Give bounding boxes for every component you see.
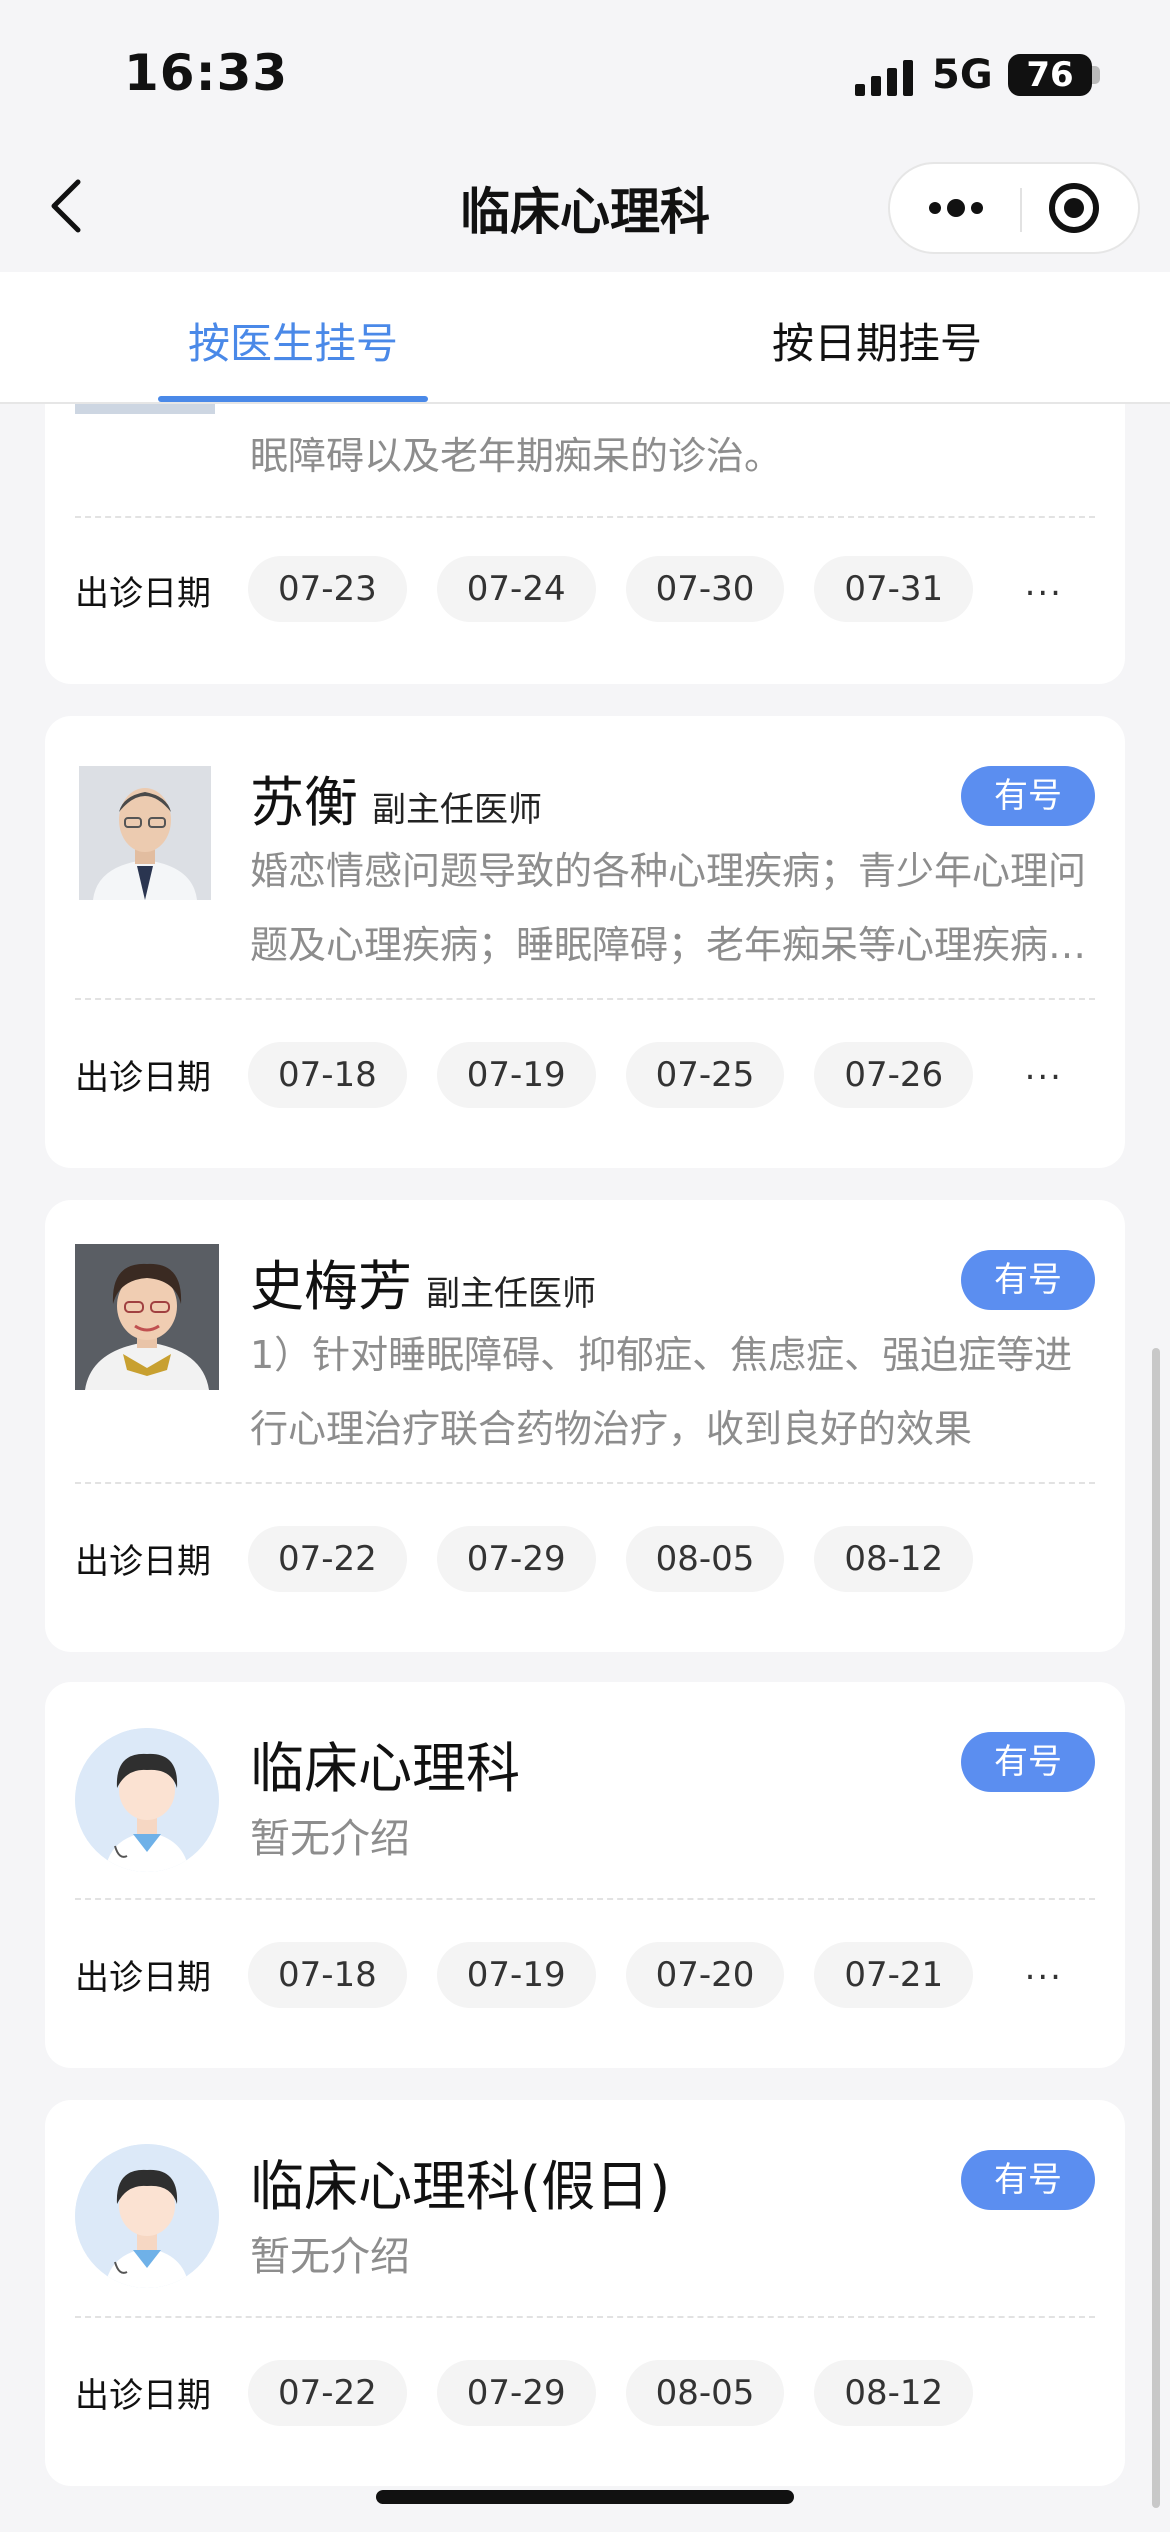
date-chips: 07-22 07-29 08-05 08-12 — [248, 1526, 974, 1592]
battery-level: 76 — [1026, 55, 1074, 95]
date-chip[interactable]: 07-23 — [248, 556, 407, 622]
date-chip[interactable]: 08-12 — [814, 1526, 974, 1592]
default-doctor-avatar — [75, 2144, 219, 2288]
date-chip[interactable]: 07-29 — [436, 2360, 596, 2426]
registration-tabs: 按医生挂号 按日期挂号 — [0, 272, 1170, 404]
dates-label: 出诊日期 — [75, 1542, 211, 1582]
doctor-card-partial[interactable]: 眠障碍以及老年期痴呆的诊治。 出诊日期 07-23 07-24 07-30 07… — [45, 404, 1125, 684]
doctor-title: 副主任医师 — [372, 790, 542, 830]
doctor-card[interactable]: 临床心理科 有号 暂无介绍 出诊日期 07-18 07-19 07-20 07-… — [45, 1682, 1125, 2068]
doctor-name: 临床心理科(假日) — [250, 2155, 671, 2218]
dates-label: 出诊日期 — [75, 1958, 211, 1998]
date-chip[interactable]: 07-19 — [436, 1042, 596, 1108]
date-chips: 07-18 07-19 07-25 07-26 — [248, 1042, 974, 1108]
date-chip[interactable]: 07-26 — [814, 1042, 974, 1108]
doctor-card[interactable]: 史梅芳 副主任医师 有号 1）针对睡眠障碍、抑郁症、焦虑症、强迫症等进行心理治疗联… — [45, 1200, 1125, 1652]
tab-by-doctor[interactable]: 按医生挂号 — [188, 310, 398, 371]
status-bar: 16:33 5G 76 — [0, 0, 1170, 150]
mini-program-capsule — [888, 162, 1140, 254]
scrollbar[interactable] — [1152, 1348, 1160, 2508]
close-mini-program-icon[interactable] — [1026, 164, 1138, 252]
default-doctor-avatar — [75, 1728, 219, 1872]
date-chip[interactable]: 07-31 — [814, 556, 974, 622]
date-chip[interactable]: 07-22 — [248, 2360, 407, 2426]
date-chip[interactable]: 07-29 — [436, 1526, 596, 1592]
tab-by-date[interactable]: 按日期挂号 — [772, 310, 982, 371]
available-badge: 有号 — [961, 766, 1095, 826]
network-type: 5G — [932, 52, 993, 98]
card-divider — [75, 516, 1095, 518]
doctor-photo-female — [75, 1244, 219, 1390]
date-chip[interactable]: 07-20 — [625, 1942, 785, 2008]
dates-label: 出诊日期 — [75, 1058, 211, 1098]
card-divider — [75, 2316, 1095, 2318]
available-badge: 有号 — [961, 2150, 1095, 2210]
date-chip[interactable]: 07-18 — [248, 1942, 407, 2008]
capsule-divider — [1020, 188, 1022, 232]
doctor-photo-partial — [75, 404, 215, 414]
doctor-photo-male — [79, 766, 211, 900]
doctor-name-line: 苏衡 副主任医师 — [250, 758, 542, 837]
more-dates-ellipsis[interactable]: ... — [1025, 1948, 1063, 1988]
date-chip[interactable]: 07-30 — [625, 556, 785, 622]
doctor-name: 临床心理科 — [250, 1737, 520, 1800]
dates-label: 出诊日期 — [75, 574, 211, 614]
back-arrow-icon[interactable] — [40, 170, 96, 242]
home-indicator — [376, 2490, 794, 2504]
doctor-intro: 婚恋情感问题导致的各种心理疾病；青少年心理问题及心理疾病；睡眠障碍；老年痴呆等心… — [250, 849, 1087, 967]
date-chip[interactable]: 08-05 — [625, 1526, 785, 1592]
date-chip[interactable]: 07-21 — [814, 1942, 974, 2008]
more-options-icon[interactable] — [890, 164, 1014, 252]
date-chip[interactable]: 08-12 — [814, 2360, 974, 2426]
date-chip[interactable]: 08-05 — [625, 2360, 785, 2426]
doctor-name: 史梅芳 — [250, 1255, 412, 1318]
card-divider — [75, 998, 1095, 1000]
card-divider — [75, 1898, 1095, 1900]
available-badge: 有号 — [961, 1732, 1095, 1792]
date-chip[interactable]: 07-19 — [436, 1942, 596, 2008]
more-dates-ellipsis[interactable]: ... — [1025, 564, 1063, 604]
card-divider — [75, 1482, 1095, 1484]
status-time: 16:33 — [124, 44, 289, 102]
doctor-title: 副主任医师 — [426, 1274, 596, 1314]
available-badge: 有号 — [961, 1250, 1095, 1310]
doctor-intro: 1）针对睡眠障碍、抑郁症、焦虑症、强迫症等进行心理治疗联合药物治疗，收到良好的效… — [250, 1333, 1073, 1451]
active-tab-indicator — [158, 396, 428, 402]
doctor-name-line: 临床心理科 — [250, 1724, 534, 1803]
doctor-card[interactable]: 苏衡 副主任医师 有号 婚恋情感问题导致的各种心理疾病；青少年心理问题及心理疾病；… — [45, 716, 1125, 1168]
dates-label: 出诊日期 — [75, 2376, 211, 2416]
doctor-intro: 眠障碍以及老年期痴呆的诊治。 — [250, 434, 783, 478]
date-chips: 07-18 07-19 07-20 07-21 — [248, 1942, 974, 2008]
date-chips: 07-23 07-24 07-30 07-31 — [248, 556, 974, 622]
signal-icon — [855, 60, 913, 96]
doctor-name-line: 临床心理科(假日) — [250, 2142, 684, 2221]
battery-icon: 76 — [1008, 54, 1092, 96]
doctor-name-line: 史梅芳 副主任医师 — [250, 1242, 596, 1321]
doctor-name: 苏衡 — [250, 771, 358, 834]
date-chip[interactable]: 07-25 — [625, 1042, 785, 1108]
date-chip[interactable]: 07-22 — [248, 1526, 407, 1592]
date-chip[interactable]: 07-18 — [248, 1042, 407, 1108]
doctor-card[interactable]: 临床心理科(假日) 有号 暂无介绍 出诊日期 07-22 07-29 08-05… — [45, 2100, 1125, 2486]
date-chips: 07-22 07-29 08-05 08-12 — [248, 2360, 974, 2426]
battery-tip — [1092, 66, 1100, 84]
doctor-intro: 暂无介绍 — [250, 2234, 410, 2280]
more-dates-ellipsis[interactable]: ... — [1025, 1048, 1063, 1088]
doctor-intro: 暂无介绍 — [250, 1816, 410, 1862]
date-chip[interactable]: 07-24 — [436, 556, 596, 622]
